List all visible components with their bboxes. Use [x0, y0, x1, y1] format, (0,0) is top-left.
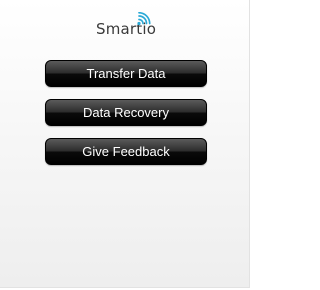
- data-recovery-button[interactable]: Data Recovery: [45, 99, 207, 126]
- data-recovery-label: Data Recovery: [83, 105, 169, 120]
- app-logo: Smartio: [96, 12, 166, 40]
- app-screen: Smartio Transfer Data Data Recovery Give…: [0, 0, 250, 288]
- give-feedback-label: Give Feedback: [82, 144, 170, 159]
- transfer-data-label: Transfer Data: [86, 66, 166, 81]
- wifi-signal-icon: [137, 12, 151, 26]
- give-feedback-button[interactable]: Give Feedback: [45, 138, 207, 165]
- transfer-data-button[interactable]: Transfer Data: [45, 60, 207, 87]
- main-menu: Transfer Data Data Recovery Give Feedbac…: [45, 60, 207, 177]
